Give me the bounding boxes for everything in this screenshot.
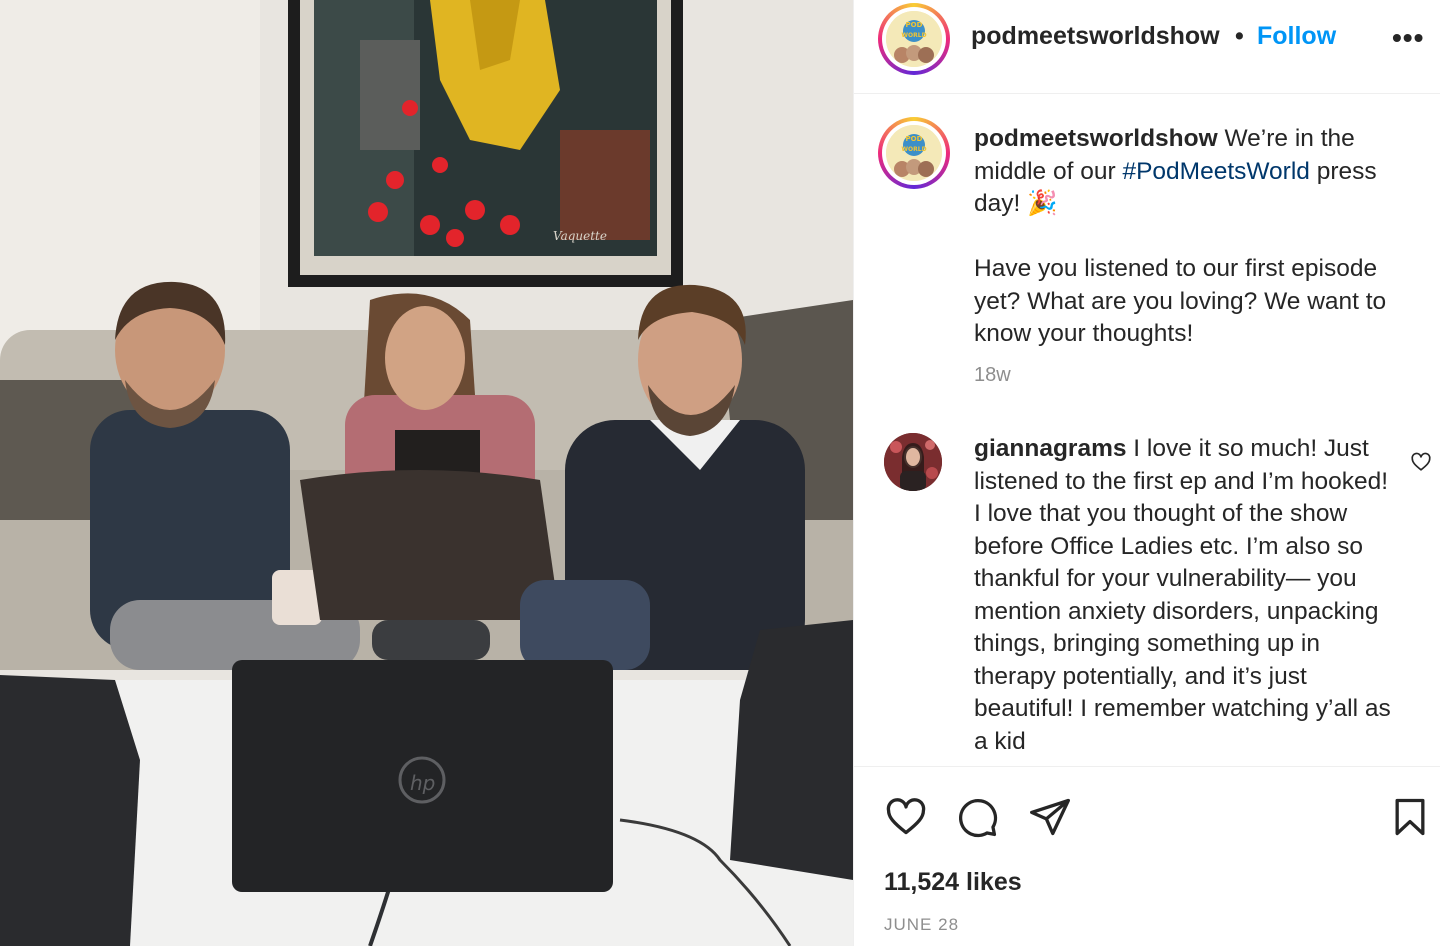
svg-text:WORLD: WORLD (901, 146, 926, 153)
laptop: hp (232, 660, 613, 892)
post-date[interactable]: JUNE 28 (884, 915, 959, 935)
comment-body: I love it so much! Just listened to the … (974, 435, 1391, 755)
comments-list[interactable]: POD WORLD podmeetsworldshow We’re in the… (854, 95, 1440, 766)
save-bookmark-icon[interactable] (1388, 795, 1432, 839)
caption-text: podmeetsworldshow We’re in the middle of… (974, 123, 1394, 221)
caption-hashtag-link[interactable]: #PodMeetsWorld (1122, 158, 1309, 185)
caption-timestamp[interactable]: 18w (974, 364, 1011, 387)
comment-bubble-icon[interactable] (955, 795, 999, 839)
caption-question-text: Have you listened to our first episode y… (974, 255, 1387, 347)
caption-username[interactable]: podmeetsworldshow (974, 125, 1218, 152)
comment-username[interactable]: giannagrams (974, 435, 1127, 462)
profile-avatar[interactable]: POD WORLD (878, 3, 950, 75)
comment-text: giannagrams I love it so much! Just list… (974, 433, 1394, 758)
post-photo[interactable]: Vaquette hp (0, 0, 853, 946)
svg-text:hp: hp (410, 771, 435, 795)
likes-count[interactable]: 11,524 likes (884, 868, 1022, 897)
svg-text:WORLD: WORLD (901, 32, 926, 39)
post-header: POD WORLD podmeetsworldshow • Follow ••• (854, 0, 1440, 94)
post-image: Vaquette hp (0, 0, 853, 946)
podmeetsworld-logo-icon: POD WORLD (886, 11, 942, 67)
follow-button[interactable]: Follow (1257, 22, 1336, 51)
framed-painting: Vaquette (288, 0, 683, 287)
podmeetsworld-logo-icon: POD WORLD (886, 125, 942, 181)
like-heart-icon[interactable] (884, 795, 928, 839)
header-separator: • (1235, 22, 1244, 50)
share-paper-plane-icon[interactable] (1028, 795, 1072, 839)
post-sidebar: POD WORLD podmeetsworldshow • Follow •••… (853, 0, 1440, 946)
commenter-photo (884, 433, 942, 491)
commenter-avatar[interactable] (884, 433, 942, 491)
svg-text:POD: POD (906, 135, 923, 143)
comment-like-heart-icon[interactable] (1410, 451, 1432, 473)
svg-text:Vaquette: Vaquette (553, 229, 607, 243)
header-username[interactable]: podmeetsworldshow (971, 22, 1220, 51)
svg-text:POD: POD (906, 21, 923, 29)
more-options-icon[interactable]: ••• (1392, 22, 1424, 54)
caption-avatar[interactable]: POD WORLD (878, 117, 950, 189)
post-actions: 11,524 likes JUNE 28 (854, 766, 1440, 946)
